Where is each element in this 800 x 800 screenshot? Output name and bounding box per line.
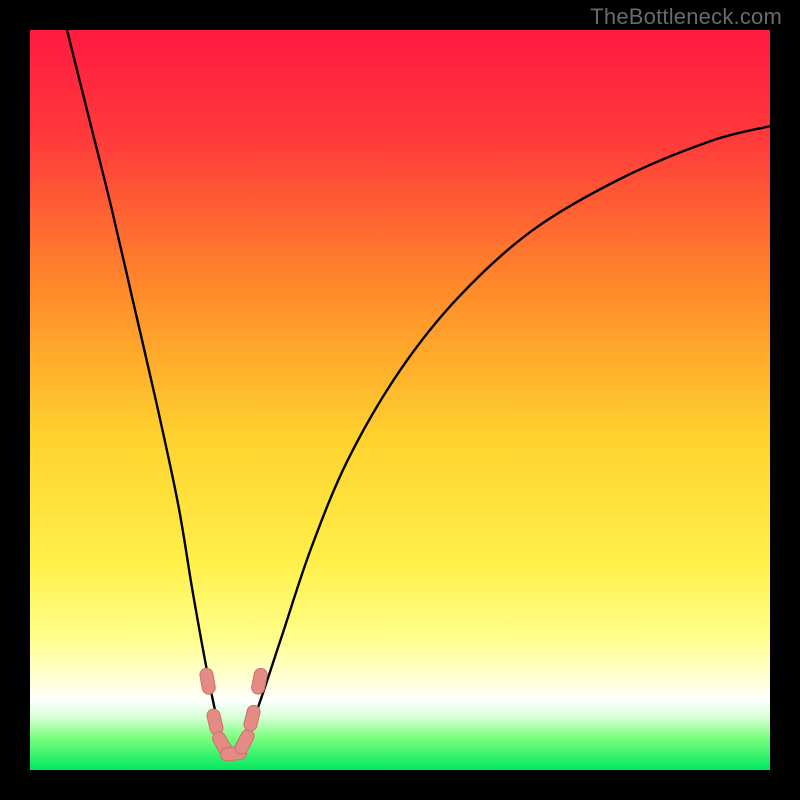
curve-marker <box>206 708 225 736</box>
curve-marker <box>233 727 257 756</box>
plot-area <box>30 30 770 770</box>
curve-marker <box>243 704 262 732</box>
watermark-text: TheBottleneck.com <box>590 4 782 30</box>
curve-markers <box>199 667 268 761</box>
outer-frame: TheBottleneck.com <box>0 0 800 800</box>
curve-layer <box>30 30 770 770</box>
curve-marker <box>199 667 216 695</box>
bottleneck-curve <box>67 30 770 756</box>
curve-marker <box>250 667 268 695</box>
